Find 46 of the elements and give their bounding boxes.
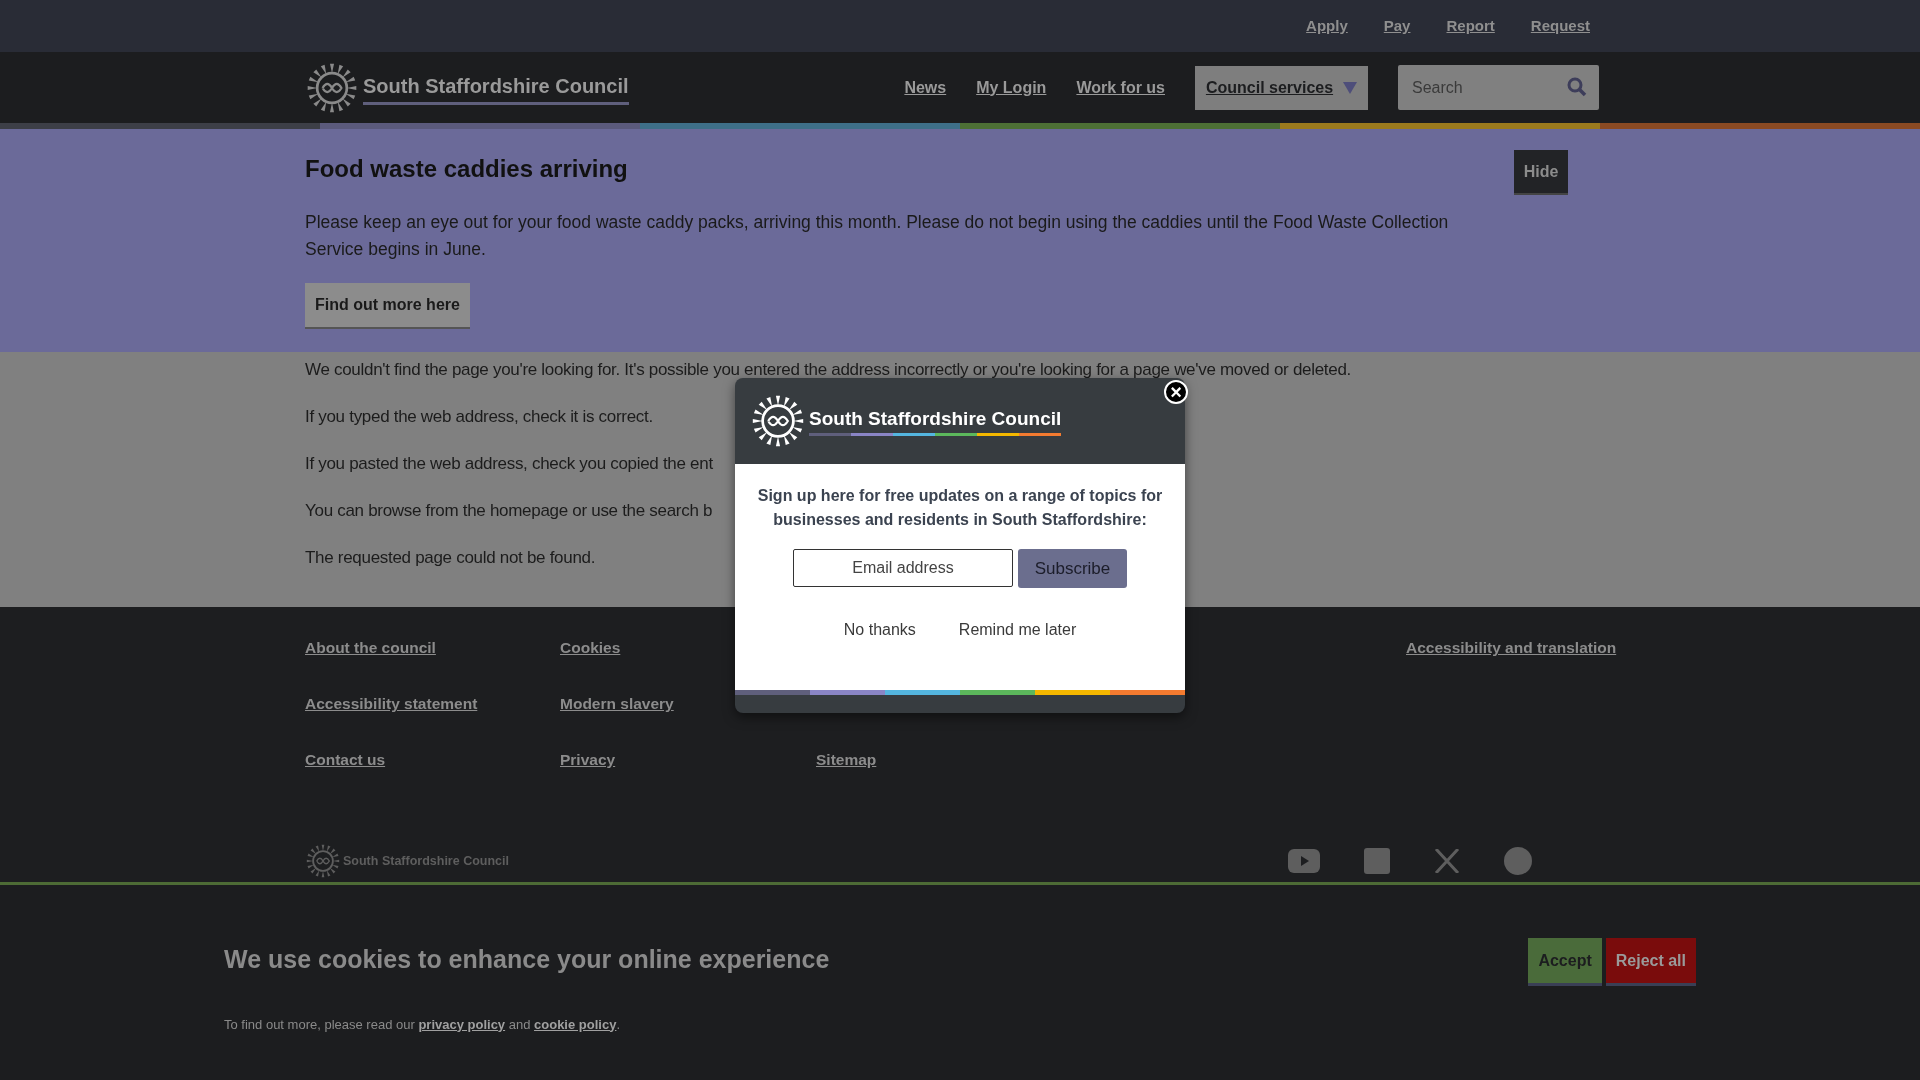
video-play-icon[interactable] <box>1288 849 1320 873</box>
footer-link[interactable]: Sitemap <box>816 749 877 770</box>
policy-link[interactable]: cookie policy <box>534 1016 617 1032</box>
search-field[interactable]: Search <box>1398 65 1599 110</box>
footer-link[interactable]: Privacy <box>560 749 616 770</box>
council-logo-icon <box>750 393 806 449</box>
search-icon[interactable] <box>1567 77 1587 97</box>
utility-link[interactable]: Request <box>1530 14 1590 38</box>
nav-link[interactable]: My Login <box>976 75 1047 100</box>
alert-text: Please keep an eye out for your food waste caddy packs, arriving this month. Please do not begin using the caddies until the Food Waste Collection Service begins in June. <box>305 211 1450 261</box>
remind-later-button[interactable]: Remind me later <box>958 618 1077 642</box>
message-text: If you pasted the web address, check you copied the ent <box>305 453 713 475</box>
utility-link[interactable]: Apply <box>1306 14 1348 38</box>
subscribe-button[interactable]: Subscribe <box>1018 549 1127 588</box>
council-services-menu[interactable]: Council services <box>1195 65 1368 110</box>
footer-link[interactable]: About the council <box>305 637 436 658</box>
nav-link[interactable]: Work for us <box>1076 75 1165 100</box>
utility-link[interactable]: Report <box>1446 14 1495 38</box>
footer-link[interactable]: Contact us <box>305 749 386 770</box>
hide-button[interactable]: Hide <box>1514 150 1568 193</box>
message-text: The requested page could not be found. <box>305 547 596 569</box>
email-field[interactable]: Email address <box>793 549 1013 587</box>
cookie-text: To find out more, please read our privacy policy and cookie policy. <box>224 1015 621 1034</box>
utility-link[interactable]: Pay <box>1383 14 1411 38</box>
signup-message: Sign up here for free updates on a range of topics for businesses and residents in South Staffordshire: <box>756 486 1164 530</box>
popup-logo-text: South Staffordshire Council <box>809 406 1062 431</box>
message-text: If you typed the web address, check it is correct. <box>305 406 653 428</box>
footer-link[interactable]: Accessibility and translation <box>1406 637 1617 658</box>
caret-icon <box>1343 81 1358 94</box>
nav-link[interactable]: News <box>904 75 947 100</box>
no-thanks-button[interactable]: No thanks <box>843 618 916 642</box>
footer-link[interactable]: Cookies <box>560 637 621 658</box>
cookie-title: We use cookies to enhance your online experience <box>224 944 830 975</box>
footer-link[interactable]: Accessibility statement <box>305 693 478 714</box>
site-name[interactable]: South Staffordshire Council <box>363 70 629 105</box>
policy-link[interactable]: privacy policy <box>418 1016 506 1032</box>
council-logo-icon <box>305 843 341 879</box>
message-text: You can browse from the homepage or use the search b <box>305 500 713 522</box>
alert-title: Food waste caddies arriving <box>305 154 628 184</box>
reject-all-button[interactable]: Reject all <box>1605 938 1696 983</box>
find-out-more-button[interactable]: Find out more here <box>305 283 470 327</box>
accept-button[interactable]: Accept <box>1528 938 1602 983</box>
x-logo-icon[interactable] <box>1434 849 1460 873</box>
message-text: We couldn't find the page you're looking for. It's possible you entered the address incorrectly or you're looking for a page we've moved or deleted. <box>305 359 1351 381</box>
footer-logo-text: South Staffordshire Council <box>343 852 509 870</box>
footer-link[interactable]: Modern slavery <box>560 693 674 714</box>
